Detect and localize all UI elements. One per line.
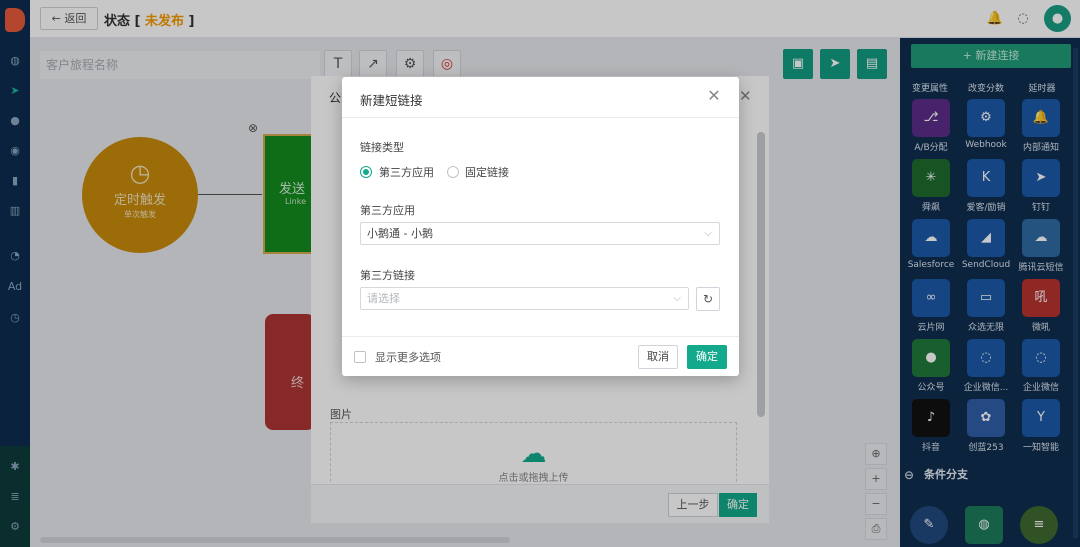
more-options-label[interactable]: 显示更多选项 [375, 349, 441, 365]
refresh-icon: ↻ [702, 292, 714, 306]
new-short-link-dialog: 新建短链接 ✕ 链接类型 第三方应用 固定链接 第三方应用 小鹅通 - 小鹅 ⌵… [342, 77, 739, 376]
third-party-link-select[interactable]: 请选择 ⌵ [360, 287, 689, 310]
link-type-label: 链接类型 [360, 141, 404, 154]
footer-divider [342, 336, 739, 337]
chevron-down-icon: ⌵ [673, 293, 681, 304]
more-options-checkbox[interactable] [354, 351, 366, 363]
third-party-app-select[interactable]: 小鹅通 - 小鹅 ⌵ [360, 222, 720, 245]
dialog-title: 新建短链接 [360, 93, 423, 108]
radio-third-party[interactable] [360, 166, 372, 178]
radio-fixed-link-label[interactable]: 固定链接 [465, 164, 509, 180]
radio-third-party-label[interactable]: 第三方应用 [379, 164, 434, 180]
cancel-button[interactable]: 取消 [638, 345, 678, 369]
link-select-placeholder: 请选择 [367, 292, 400, 305]
refresh-button[interactable]: ↻ [696, 287, 720, 311]
header-divider [342, 117, 739, 118]
confirm-button[interactable]: 确定 [687, 345, 727, 369]
radio-fixed-link[interactable] [447, 166, 459, 178]
app-select-value: 小鹅通 - 小鹅 [367, 227, 433, 240]
chevron-down-icon: ⌵ [704, 228, 712, 239]
third-party-link-label: 第三方链接 [360, 269, 415, 282]
close-icon[interactable]: ✕ [706, 86, 722, 106]
third-party-app-label: 第三方应用 [360, 204, 415, 217]
